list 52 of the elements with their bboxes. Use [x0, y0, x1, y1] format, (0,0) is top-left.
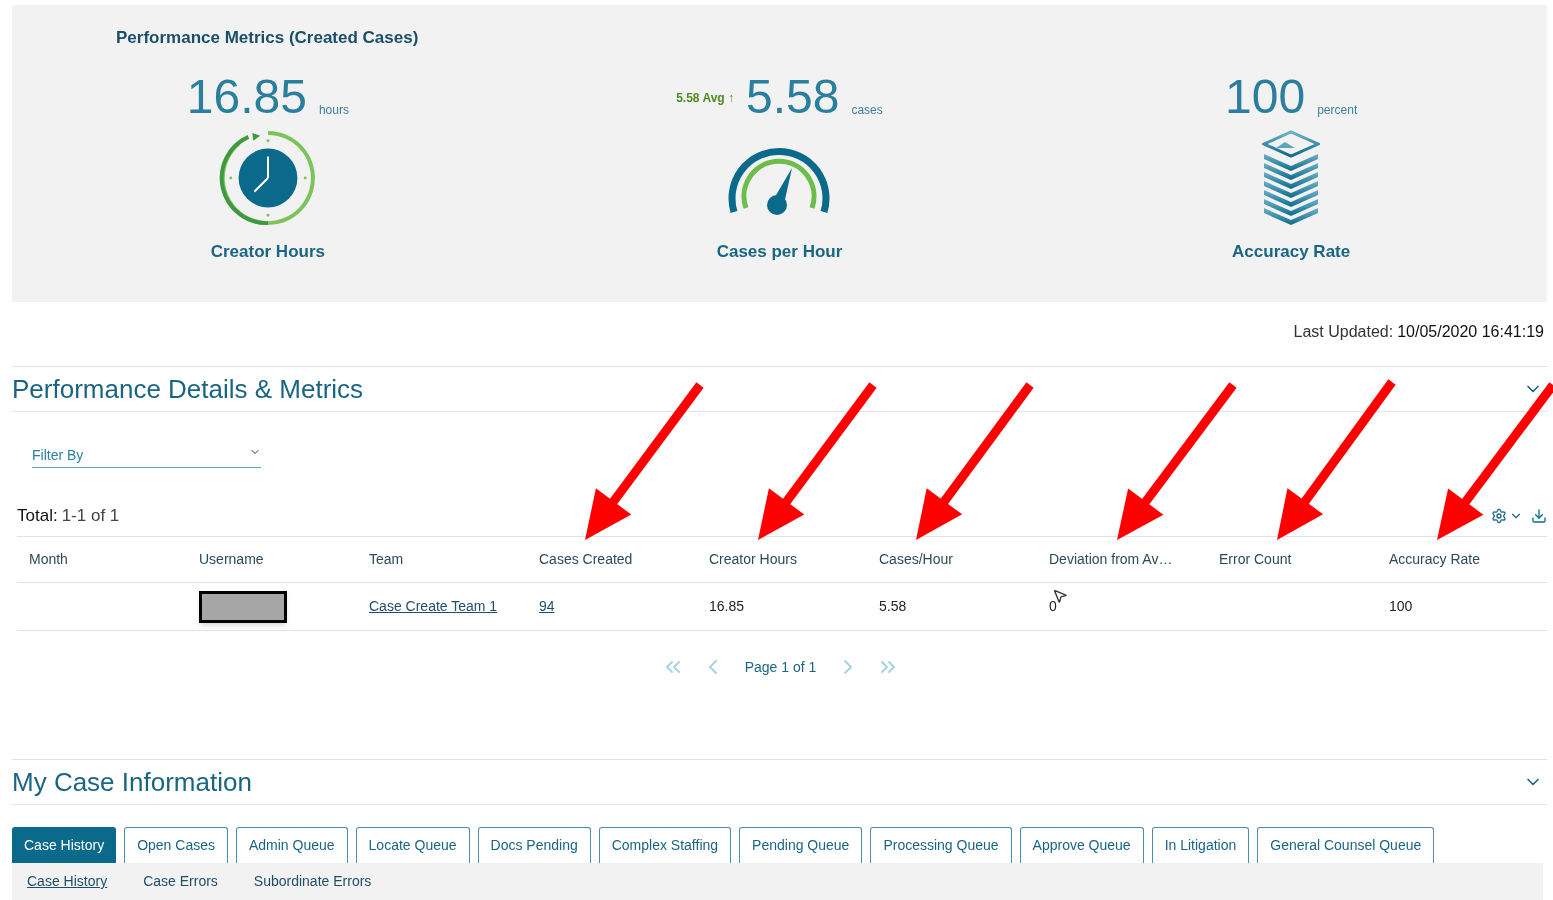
subtab-link[interactable]: Subordinate Errors [253, 871, 372, 892]
panel-title: Performance Metrics (Created Cases) [116, 28, 419, 47]
column-header[interactable]: Creator Hours [697, 549, 867, 570]
section-title: Performance Details & Metrics [12, 372, 364, 406]
download-icon[interactable] [1531, 508, 1547, 524]
table-link[interactable]: 94 [539, 596, 555, 617]
filter-dropdown[interactable]: Filter By [32, 445, 232, 466]
tab[interactable]: Pending Queue [739, 827, 863, 863]
column-header[interactable]: Username [187, 549, 357, 570]
tab[interactable]: Open Cases [124, 827, 228, 863]
column-header[interactable]: Deviation from Av… [1037, 549, 1207, 570]
column-header[interactable]: Cases Created [527, 549, 697, 570]
metric-label: Accuracy Rate [1232, 240, 1351, 263]
tab[interactable]: Admin Queue [235, 827, 348, 863]
total-value: 1-1 of 1 [61, 506, 120, 526]
tab[interactable]: Docs Pending [477, 827, 591, 863]
stack-icon [1262, 129, 1321, 226]
column-header[interactable]: Team [357, 549, 527, 570]
metric-value: 5.58 [746, 72, 840, 121]
tab[interactable]: General Counsel Queue [1257, 827, 1435, 863]
subtab-link[interactable]: Case History [27, 871, 108, 892]
metric-label: Creator Hours [210, 240, 325, 263]
metric-unit: percent [1317, 101, 1358, 119]
tab[interactable]: Case History [12, 827, 117, 863]
metric-label: Cases per Hour [716, 240, 843, 263]
tab[interactable]: In Litigation [1151, 827, 1250, 863]
column-header[interactable]: Cases/Hour [867, 549, 1037, 570]
table-cell-text: 100 [1389, 597, 1413, 616]
metric-value: 100 [1225, 72, 1306, 121]
metric-value: 16.85 [186, 72, 307, 121]
subtab-link[interactable]: Case Errors [143, 871, 218, 892]
table-cell-text: 16.85 [709, 597, 745, 616]
settings-icon[interactable] [1491, 508, 1507, 524]
table-link[interactable]: Case Create Team 1 [369, 596, 498, 617]
metric-unit: hours [318, 101, 349, 119]
tab[interactable]: Approve Queue [1019, 827, 1144, 863]
table-cell-text: 0 [1049, 597, 1057, 616]
tab[interactable]: Complex Staffing [598, 827, 732, 863]
last-updated-label: Last Updated: [1293, 322, 1394, 340]
total-label: Total: [17, 506, 58, 526]
last-updated-value: 10/05/2020 16:41:19 [1397, 322, 1544, 340]
tab[interactable]: Processing Queue [870, 827, 1012, 863]
clock-icon [218, 128, 317, 227]
column-header[interactable]: Accuracy Rate [1377, 549, 1547, 570]
page-indicator: Page 1 of 1 [744, 657, 817, 677]
column-header[interactable]: Error Count [1207, 549, 1377, 570]
metric-unit: cases [851, 101, 883, 119]
table-cell-text: 5.58 [879, 597, 907, 616]
column-header[interactable]: Month [17, 549, 187, 570]
section-title: My Case Information [12, 765, 252, 799]
average-indicator: 5.58 Avg ↑ [676, 89, 734, 107]
tab[interactable]: Locate Queue [355, 827, 470, 863]
